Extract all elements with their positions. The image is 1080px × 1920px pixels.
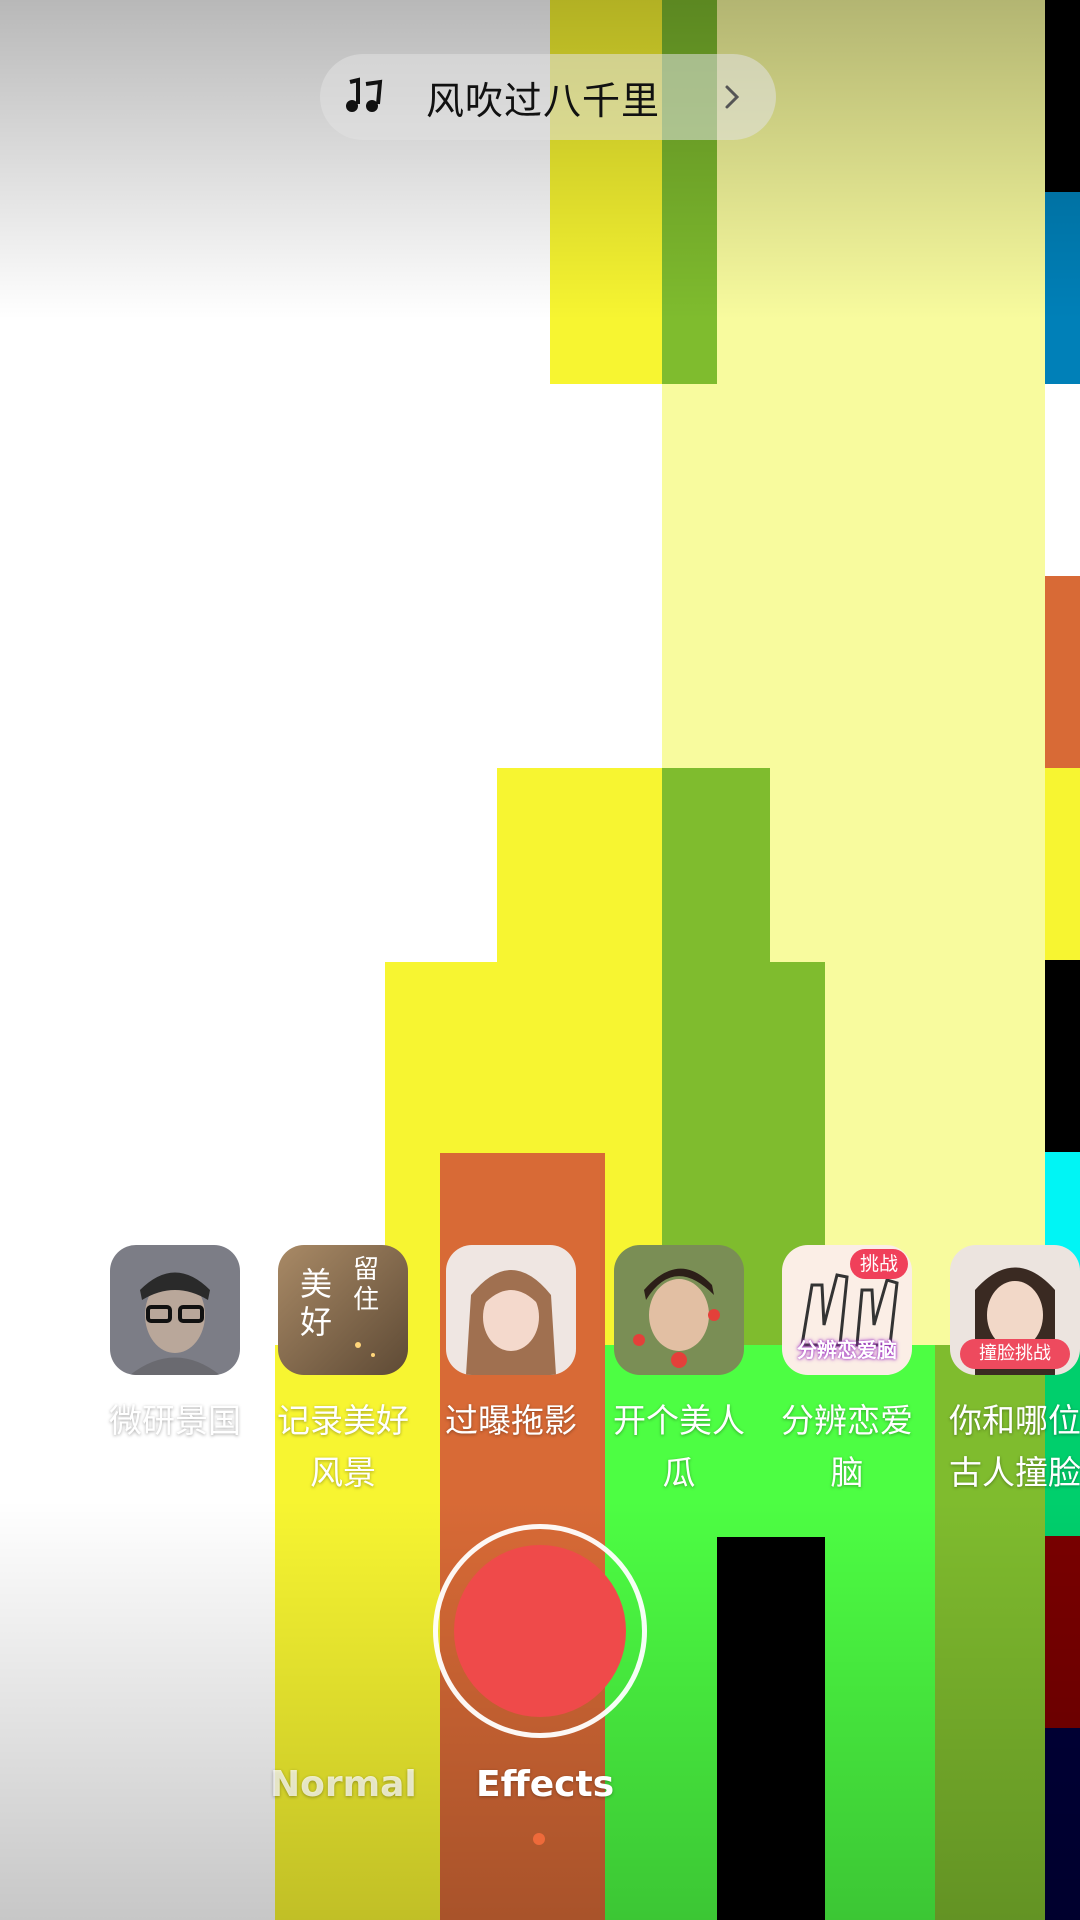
music-title: 风吹过八千里: [426, 78, 661, 123]
man-glasses-thumbnail: [110, 1245, 240, 1375]
woman-thumbnail: 撞脸挑战: [950, 1245, 1080, 1375]
boy-thumbnail: [614, 1245, 744, 1375]
hands-thumbnail: 挑战 分辨恋爱脑: [782, 1245, 912, 1375]
music-selector[interactable]: 风吹过八千里: [320, 54, 776, 140]
girl-thumbnail: [446, 1245, 576, 1375]
effect-label: 你和哪位 古人撞脸: [949, 1401, 1080, 1492]
effect-item[interactable]: 微研景国: [100, 1245, 250, 1447]
effect-label: 开个美人 瓜: [613, 1401, 745, 1492]
active-tab-indicator: [533, 1833, 545, 1845]
effect-label: 分辨恋爱 脑: [781, 1401, 913, 1492]
thumb-caption: 撞脸挑战: [960, 1339, 1070, 1369]
challenge-badge: 挑战: [849, 1249, 908, 1279]
effect-item[interactable]: 撞脸挑战 你和哪位 古人撞脸: [940, 1245, 1080, 1499]
text-thumbnail: 美好 留住: [278, 1245, 408, 1375]
chevron-right-icon: [725, 85, 740, 109]
effect-label: 微研景国: [109, 1401, 241, 1440]
thumb-text-side: 留住: [352, 1255, 379, 1315]
thumb-caption: 分辨恋爱脑: [797, 1338, 897, 1362]
thumb-text-main: 美好: [299, 1265, 332, 1341]
effect-label: 记录美好 风景: [277, 1401, 409, 1492]
tab-normal[interactable]: Normal: [270, 1764, 417, 1805]
effect-item[interactable]: 美好 留住 记录美好 风景: [268, 1245, 418, 1499]
effect-item[interactable]: 挑战 分辨恋爱脑 分辨恋爱 脑: [772, 1245, 922, 1499]
music-note-icon: [346, 77, 383, 112]
effect-item[interactable]: 开个美人 瓜: [604, 1245, 754, 1499]
effect-label: 过曝拖影: [445, 1401, 577, 1440]
tab-effects[interactable]: Effects: [476, 1764, 614, 1805]
record-button[interactable]: [454, 1545, 626, 1717]
effect-item[interactable]: 过曝拖影: [436, 1245, 586, 1447]
